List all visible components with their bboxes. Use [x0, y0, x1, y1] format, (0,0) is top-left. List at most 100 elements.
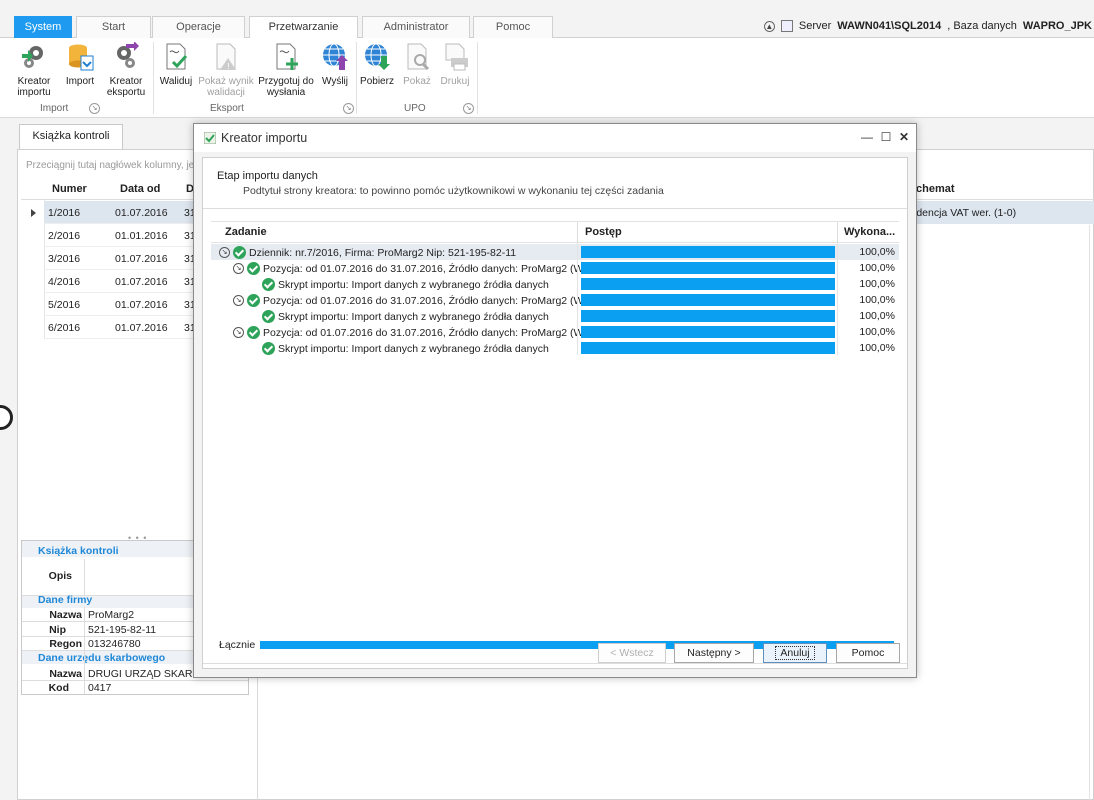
- table-row[interactable]: 1/2016 01.07.2016 31: [44, 201, 196, 224]
- minimize-icon[interactable]: —: [860, 130, 874, 144]
- validation-warning-icon: !: [212, 42, 240, 72]
- table-row-selected-right[interactable]: idencja VAT wer. (1-0): [906, 201, 1094, 224]
- check-circle-icon: [262, 310, 275, 323]
- table-row[interactable]: 5/2016 01.07.2016 31: [44, 293, 196, 316]
- cancel-button[interactable]: Anuluj: [763, 643, 827, 663]
- drukuj-button[interactable]: Drukuj: [438, 42, 472, 87]
- tab-pomoc[interactable]: Pomoc: [473, 16, 553, 38]
- server-prefix: Server: [798, 20, 832, 32]
- expand-icon[interactable]: ↘: [219, 247, 230, 258]
- selected-row-arrow-icon: [31, 209, 36, 217]
- tab-administrator[interactable]: Administrator: [362, 16, 470, 38]
- task-row[interactable]: ↘ Pozycja: od 01.07.2016 do 31.07.2016, …: [211, 324, 899, 340]
- task-row[interactable]: Skrypt importu: Import danych z wybraneg…: [211, 276, 899, 292]
- wizard-page: Etap importu danych Podtytuł strony krea…: [202, 157, 908, 669]
- group-label-eksport: Eksport: [210, 103, 244, 114]
- cell-numer: 5/2016: [48, 299, 81, 311]
- column-schemat[interactable]: chemat: [916, 183, 955, 195]
- grid-header-right: chemat: [912, 179, 1094, 200]
- cell-data-od: 01.07.2016: [115, 253, 168, 265]
- table-row[interactable]: 6/2016 01.07.2016 31: [44, 316, 196, 339]
- kreator-eksportu-button[interactable]: Kreator eksportu: [105, 41, 147, 98]
- nip-label: Nip: [49, 624, 66, 636]
- column-postep[interactable]: Postęp: [585, 226, 622, 238]
- progress-fill: [581, 326, 835, 338]
- task-percent: 100,0%: [859, 342, 895, 354]
- task-progress-bar: [581, 310, 835, 322]
- expand-icon[interactable]: ↘: [233, 327, 244, 338]
- back-button[interactable]: < Wstecz: [598, 643, 666, 663]
- opis-label: Opis: [48, 570, 72, 582]
- pokaz-wynik-label: Pokaż wynik walidacji: [198, 76, 254, 98]
- pokaz-wynik-walidacji-button[interactable]: ! Pokaż wynik walidacji: [198, 42, 254, 98]
- task-cell: ↘ Pozycja: od 01.07.2016 do 31.07.2016, …: [233, 294, 607, 307]
- task-text: Pozycja: od 01.07.2016 do 31.07.2016, Źr…: [263, 262, 608, 275]
- task-row[interactable]: Skrypt importu: Import danych z wybraneg…: [211, 340, 899, 356]
- tab-ksiazka-kontroli[interactable]: Książka kontroli: [19, 124, 123, 149]
- kreator-importu-button[interactable]: Kreator importu: [14, 42, 54, 98]
- cell-data-od: 01.07.2016: [115, 299, 168, 311]
- pobierz-button[interactable]: Pobierz: [360, 42, 394, 87]
- task-progress-bar: [581, 342, 835, 354]
- expand-icon[interactable]: ↘: [233, 295, 244, 306]
- step-title: Etap importu danych: [217, 170, 318, 182]
- next-button[interactable]: Następny >: [674, 643, 754, 663]
- database-import-icon: [66, 42, 94, 72]
- task-progress-bar: [581, 326, 835, 338]
- column-numer[interactable]: Numer: [52, 183, 87, 195]
- cell-numer: 1/2016: [48, 207, 81, 219]
- przygotuj-do-wyslania-button[interactable]: Przygotuj do wysłania: [258, 42, 314, 98]
- tab-przetwarzanie[interactable]: Przetwarzanie: [249, 16, 358, 39]
- task-cell: Skrypt importu: Import danych z wybraneg…: [262, 342, 549, 355]
- group-upo-expand-icon[interactable]: ↘: [463, 103, 474, 114]
- side-panel-toggle-icon[interactable]: [0, 405, 13, 430]
- table-row[interactable]: 4/2016 01.07.2016 31: [44, 270, 196, 293]
- svg-text:!: !: [227, 62, 230, 71]
- ribbon: Kreator importu Import Kreator eksportu …: [0, 38, 1094, 118]
- task-row[interactable]: ↘ Dziennik: nr.7/2016, Firma: ProMarg2 N…: [211, 244, 899, 260]
- tab-system[interactable]: System: [14, 16, 72, 38]
- step-subtitle: Podtytuł strony kreatora: to powinno pom…: [243, 185, 664, 197]
- group-import-expand-icon[interactable]: ↘: [89, 103, 100, 114]
- import-label: Import: [65, 76, 95, 87]
- check-circle-icon: [262, 342, 275, 355]
- task-tree-header: Zadanie Postęp Wykona...: [211, 221, 899, 244]
- task-progress-bar: [581, 246, 835, 258]
- task-row[interactable]: ↘ Pozycja: od 01.07.2016 do 31.07.2016, …: [211, 260, 899, 276]
- maximize-icon[interactable]: ☐: [879, 130, 893, 144]
- group-eksport-expand-icon[interactable]: ↘: [343, 103, 354, 114]
- tab-operacje[interactable]: Operacje: [152, 16, 245, 38]
- expand-icon[interactable]: ↘: [233, 263, 244, 274]
- task-percent: 100,0%: [859, 246, 895, 258]
- import-button[interactable]: Import: [63, 42, 97, 87]
- close-icon[interactable]: ✕: [897, 130, 911, 144]
- collapse-ribbon-icon[interactable]: ▲: [763, 20, 775, 32]
- waliduj-button[interactable]: Waliduj: [158, 42, 194, 87]
- task-text: Pozycja: od 01.07.2016 do 31.07.2016, Źr…: [263, 326, 608, 339]
- column-divider: [837, 243, 838, 355]
- kod-value: 0417: [88, 682, 112, 694]
- gears-export-icon: [112, 41, 140, 72]
- group-panel-hint: Przeciągnij tutaj nagłówek kolumny, jeśl…: [26, 160, 196, 171]
- task-text: Dziennik: nr.7/2016, Firma: ProMarg2 Nip…: [249, 246, 517, 259]
- regon-label: Regon: [49, 638, 82, 650]
- task-percent: 100,0%: [859, 326, 895, 338]
- database-prefix: , Baza danych: [947, 20, 1017, 32]
- task-text: Skrypt importu: Import danych z wybraneg…: [278, 310, 549, 323]
- table-row[interactable]: 2/2016 01.01.2016 31: [44, 224, 196, 247]
- task-progress-bar: [581, 278, 835, 290]
- column-wykonanie[interactable]: Wykona...: [844, 226, 895, 238]
- wyslij-button[interactable]: Wyślij: [318, 42, 352, 87]
- column-zadanie[interactable]: Zadanie: [225, 226, 267, 238]
- pokaz-button[interactable]: Pokaż: [400, 42, 434, 87]
- grid-border: [1089, 225, 1090, 800]
- column-data-od[interactable]: Data od: [120, 183, 160, 195]
- task-percent: 100,0%: [859, 294, 895, 306]
- task-row[interactable]: ↘ Pozycja: od 01.07.2016 do 31.07.2016, …: [211, 292, 899, 308]
- cell-numer: 3/2016: [48, 253, 81, 265]
- help-button[interactable]: Pomoc: [836, 643, 900, 663]
- table-row[interactable]: 3/2016 01.07.2016 31: [44, 247, 196, 270]
- dialog-title-bar[interactable]: Kreator importu — ☐ ✕: [194, 124, 916, 152]
- tab-start[interactable]: Start: [76, 16, 151, 38]
- task-row[interactable]: Skrypt importu: Import danych z wybraneg…: [211, 308, 899, 324]
